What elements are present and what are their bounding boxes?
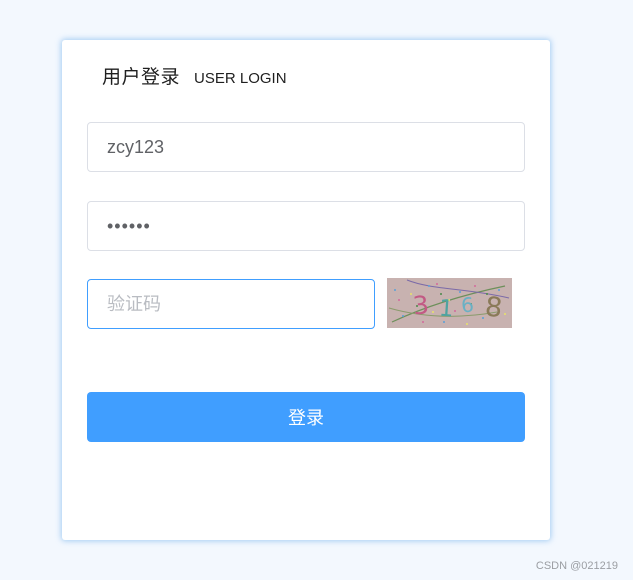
- watermark: CSDN @021219: [535, 560, 618, 572]
- username-input[interactable]: [87, 122, 525, 172]
- svg-text:3: 3: [411, 290, 430, 321]
- login-subtitle: USER LOGIN: [194, 70, 287, 87]
- login-title: 用户登录: [102, 66, 181, 88]
- svg-text:8: 8: [483, 291, 503, 324]
- login-header: 用户登录 USER LOGIN: [102, 62, 287, 89]
- captcha-image[interactable]: 3 1 6 8: [387, 278, 512, 328]
- login-button[interactable]: 登录: [87, 392, 525, 442]
- svg-text:1: 1: [438, 296, 454, 323]
- password-input[interactable]: [87, 201, 525, 251]
- svg-text:6: 6: [460, 293, 474, 318]
- captcha-input[interactable]: [87, 279, 375, 329]
- login-card: 用户登录 USER LOGIN zcy123 •••••• 验证码 3 1 6 …: [62, 40, 550, 540]
